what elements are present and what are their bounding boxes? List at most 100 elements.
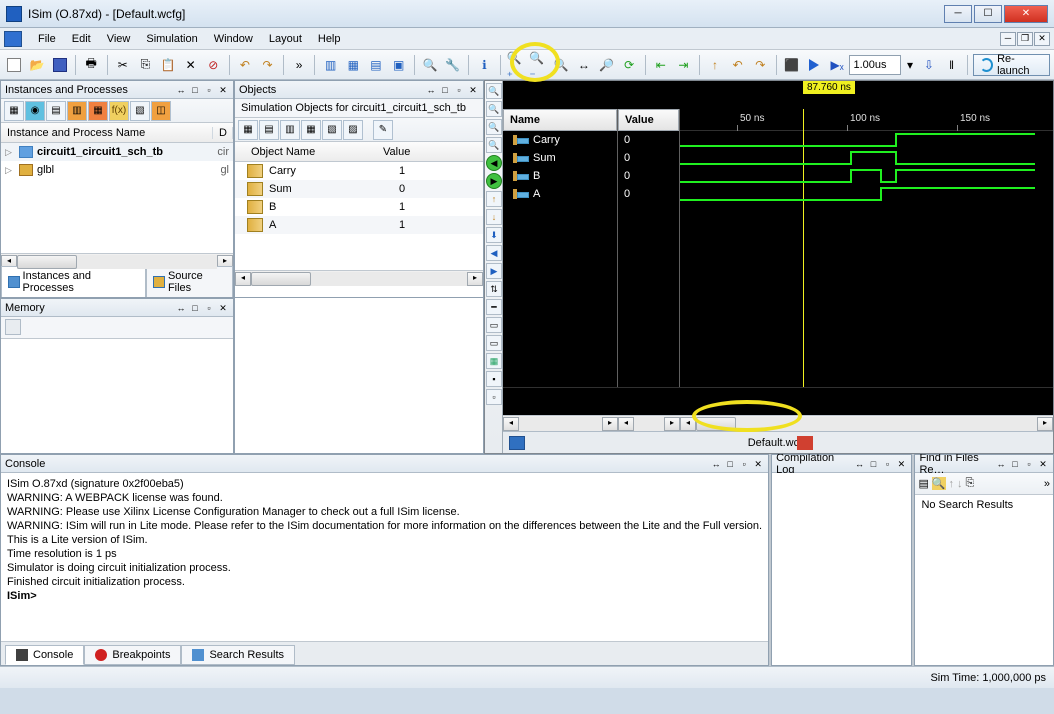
filter-btn-1[interactable]: ▦ [4, 101, 24, 121]
wave-go-end[interactable]: ▶ [486, 173, 502, 189]
cancel-button[interactable]: ⊘ [203, 54, 224, 76]
obj-filter-4[interactable]: ▦ [301, 120, 321, 140]
comp-max[interactable]: □ [867, 458, 879, 470]
find-btn-1[interactable]: ▤ [918, 477, 928, 490]
info-button[interactable]: ℹ [474, 54, 495, 76]
wave-grid[interactable]: ▦ [486, 353, 502, 369]
prev-transition-button[interactable]: ↑ [705, 54, 726, 76]
wave-signal-sum[interactable]: Sum [503, 149, 617, 167]
object-row-sum[interactable]: Sum0 [235, 180, 483, 198]
wave-name-hscroll[interactable]: ◂▸ [503, 415, 618, 431]
memory-toolbar-btn[interactable] [5, 319, 21, 335]
new-button[interactable] [4, 54, 25, 76]
instances-col-d[interactable]: D [213, 127, 233, 139]
menu-edit[interactable]: Edit [64, 31, 99, 47]
step-button[interactable]: ⇩ [919, 54, 940, 76]
memory-close[interactable]: ✕ [217, 302, 229, 314]
obj-filter-1[interactable]: ▦ [238, 120, 258, 140]
menu-window[interactable]: Window [206, 31, 261, 47]
comp-close[interactable]: ✕ [895, 458, 907, 470]
objects-col-name[interactable]: Object Name [239, 146, 383, 158]
wave-del-marker[interactable]: ━ [486, 299, 502, 315]
panel-max-button[interactable]: □ [189, 84, 201, 96]
tab-console[interactable]: Console [5, 645, 84, 665]
window-tile2-button[interactable]: ▦ [343, 54, 364, 76]
mdi-minimize-button[interactable]: ─ [1000, 32, 1016, 46]
go-start-button[interactable]: ⇤ [650, 54, 671, 76]
tab-instances[interactable]: Instances and Processes [1, 266, 146, 297]
panel-dock-button[interactable]: ↔ [175, 84, 187, 96]
find-close[interactable]: ✕ [1037, 458, 1049, 470]
wave-signal-carry[interactable]: Carry [503, 131, 617, 149]
break-button[interactable]: ‖ [941, 54, 962, 76]
cut-button[interactable]: ✂ [112, 54, 133, 76]
wave-misc1[interactable]: ▪ [486, 371, 502, 387]
restart-button[interactable]: ⬛ [782, 54, 803, 76]
collapse-button[interactable]: » [289, 54, 310, 76]
wave-prev-marker[interactable]: ◀ [486, 245, 502, 261]
delete-button[interactable]: ✕ [180, 54, 201, 76]
filter-btn-7[interactable]: ▧ [130, 101, 150, 121]
obj-filter-6[interactable]: ▨ [343, 120, 363, 140]
window-tile-button[interactable]: ▥ [320, 54, 341, 76]
filter-btn-2[interactable]: ◉ [25, 101, 45, 121]
relaunch-button[interactable]: Re-launch [973, 54, 1050, 76]
menu-help[interactable]: Help [310, 31, 349, 47]
comp-float[interactable]: ▫ [881, 458, 893, 470]
object-row-b[interactable]: B1 [235, 198, 483, 216]
zoom-fit-button[interactable]: 🔍 [551, 54, 572, 76]
zoom-out-button[interactable]: 🔍₋ [528, 54, 549, 76]
wave-name-header[interactable]: Name [503, 109, 617, 131]
mdi-restore-button[interactable]: ❐ [1017, 32, 1033, 46]
zoom-in-button[interactable]: 🔍₊ [506, 54, 527, 76]
wave-zoom-fit[interactable]: 🔍 [486, 119, 502, 135]
objects-float[interactable]: ▫ [453, 84, 465, 96]
menu-simulation[interactable]: Simulation [138, 31, 205, 47]
next-transition2-button[interactable]: ↷ [750, 54, 771, 76]
wave-group[interactable]: ▭ [486, 317, 502, 333]
console-float[interactable]: ▫ [738, 458, 750, 470]
console-output[interactable]: ISim O.87xd (signature 0x2f00eba5) WARNI… [1, 473, 768, 641]
wave-next-edge[interactable]: ↓ [486, 209, 502, 225]
panel-close-button[interactable]: ✕ [217, 84, 229, 96]
window-maximize-button[interactable]: ☐ [974, 5, 1002, 23]
wave-plot-hscroll[interactable]: ◂▸ [680, 415, 1053, 431]
filter-btn-8[interactable]: ◫ [151, 101, 171, 121]
redo-button[interactable]: ↷ [257, 54, 278, 76]
mdi-close-button[interactable]: ✕ [1034, 32, 1050, 46]
window-minimize-button[interactable]: ─ [944, 5, 972, 23]
menu-file[interactable]: File [30, 31, 64, 47]
instances-hscroll[interactable]: ◂ ▸ [1, 253, 233, 269]
run-all-button[interactable] [804, 54, 825, 76]
find-overflow[interactable]: » [1044, 478, 1050, 490]
find-dock[interactable]: ↔ [995, 458, 1007, 470]
console-close[interactable]: ✕ [752, 458, 764, 470]
obj-filter-7[interactable]: ✎ [373, 120, 393, 140]
save-button[interactable] [49, 54, 70, 76]
wave-zoom-in[interactable]: 🔍 [486, 83, 502, 99]
print-button[interactable]: 🖶 [81, 54, 102, 76]
wave-ungroup[interactable]: ▭ [486, 335, 502, 351]
objects-dock[interactable]: ↔ [425, 84, 437, 96]
wave-value-header[interactable]: Value [618, 109, 679, 131]
find-float[interactable]: ▫ [1023, 458, 1035, 470]
objects-hscroll[interactable]: ◂ ▸ [235, 270, 483, 286]
memory-dock[interactable]: ↔ [175, 302, 187, 314]
objects-col-value[interactable]: Value [383, 146, 483, 158]
run-for-button[interactable]: ▶ₓ [827, 54, 848, 76]
memory-float[interactable]: ▫ [203, 302, 215, 314]
memory-max[interactable]: □ [189, 302, 201, 314]
wave-zoom-area[interactable]: 🔍 [486, 137, 502, 153]
paste-button[interactable]: 📋 [158, 54, 179, 76]
objects-max[interactable]: □ [439, 84, 451, 96]
filter-btn-3[interactable]: ▤ [46, 101, 66, 121]
window-cascade-button[interactable]: ▤ [366, 54, 387, 76]
filter-btn-4[interactable]: ▥ [67, 101, 87, 121]
instance-row-1[interactable]: ▷ glbl gl [1, 161, 233, 179]
panel-float-button[interactable]: ▫ [203, 84, 215, 96]
wave-file-close[interactable] [797, 436, 813, 450]
wave-next-marker[interactable]: ▶ [486, 263, 502, 279]
run-time-input[interactable] [849, 55, 901, 75]
object-row-a[interactable]: A1 [235, 216, 483, 234]
objects-close[interactable]: ✕ [467, 84, 479, 96]
